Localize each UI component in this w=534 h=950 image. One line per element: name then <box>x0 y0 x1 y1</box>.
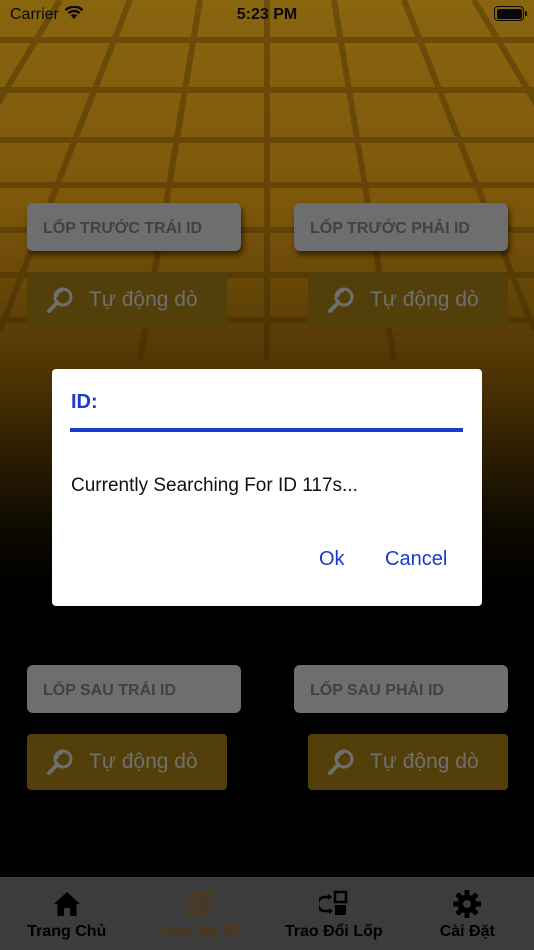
ok-button[interactable]: Ok <box>319 548 345 571</box>
dialog-message: Currently Searching For ID 117s... <box>71 475 358 496</box>
search-id-dialog: ID: Currently Searching For ID 117s... O… <box>52 369 482 606</box>
app-screen: Carrier 5:23 PM LỐP TRƯỚC TRÁI ID LỐP TR… <box>0 0 534 950</box>
dialog-divider <box>70 428 463 432</box>
cancel-button[interactable]: Cancel <box>385 548 447 571</box>
dialog-title: ID: <box>71 391 98 413</box>
